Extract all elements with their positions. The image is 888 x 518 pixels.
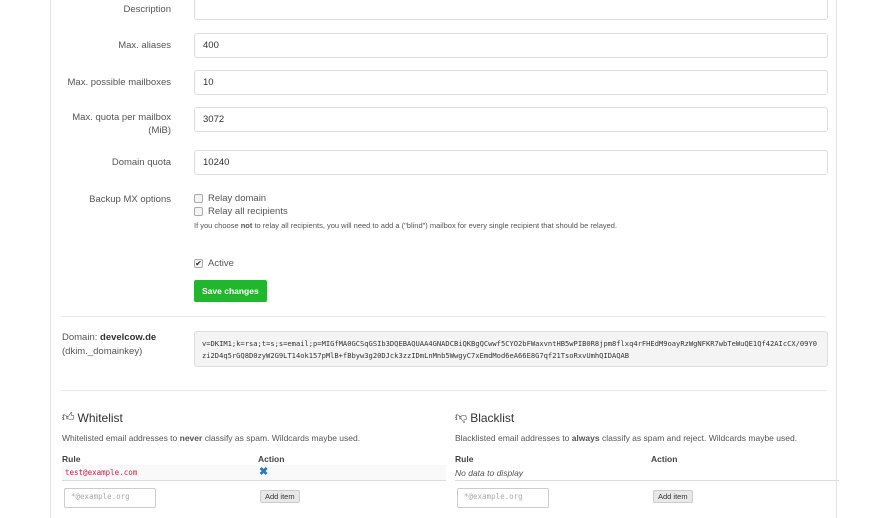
checkbox-icon	[194, 194, 203, 203]
thumbs-down-icon: 👎︎	[455, 410, 468, 424]
relay-help: If you choose not to relay all recipient…	[194, 221, 618, 230]
blacklist-section: 👎︎ Blacklist Blacklisted email addresses …	[455, 410, 839, 508]
blacklist-input[interactable]: *@example.org	[457, 488, 549, 508]
blacklist-add-button[interactable]: Add item	[653, 490, 693, 503]
whitelist-desc: Whitelisted email addresses to never cla…	[62, 433, 361, 443]
whitelist-section: 👍︎ Whitelist Whitelisted email addresses …	[62, 410, 446, 508]
whitelist-add-button[interactable]: Add item	[260, 490, 300, 503]
domain-quota-input[interactable]: 10240	[194, 150, 828, 175]
checkmark-icon: ✔	[194, 259, 203, 268]
whitelist-rule: test@example.com	[65, 468, 138, 477]
relay-all-checkbox[interactable]: Relay all recipients	[194, 206, 288, 217]
description-label: Description	[123, 4, 171, 15]
dkim-record[interactable]: v=DKIM1;k=rsa;t=s;s=email;p=MIGfMA0GCSqG…	[194, 331, 828, 367]
rule-header: Rule	[62, 454, 81, 464]
domain-quota-label: Domain quota	[111, 157, 171, 168]
divider	[61, 390, 826, 391]
description-input[interactable]	[194, 0, 828, 20]
action-header: Action	[258, 454, 285, 464]
backup-mx-label: Backup MX options	[89, 194, 171, 205]
max-mailboxes-input[interactable]: 10	[194, 70, 828, 95]
divider	[61, 316, 826, 317]
blacklist-desc: Blacklisted email addresses to always cl…	[455, 433, 798, 443]
max-aliases-label: Max. aliases	[118, 40, 171, 51]
whitelist-input[interactable]: *@example.org	[64, 488, 156, 508]
max-quota-label: Max. quota per mailbox (MiB)	[72, 112, 171, 136]
active-text: Active	[208, 258, 234, 269]
max-mailboxes-label: Max. possible mailboxes	[67, 77, 172, 88]
delete-x-icon[interactable]: ✖	[259, 465, 268, 478]
active-checkbox[interactable]: ✔ Active	[194, 258, 234, 269]
action-header: Action	[651, 454, 678, 464]
empty-message: No data to display	[455, 468, 524, 478]
max-quota-input[interactable]: 3072	[194, 107, 828, 132]
dkim-label: Domain: develcow.de (dkim._domainkey)	[62, 332, 157, 357]
checkbox-icon	[194, 207, 203, 216]
thumbs-up-icon: 👍︎	[62, 410, 75, 424]
relay-domain-text: Relay domain	[208, 193, 267, 204]
blacklist-title: Blacklist	[470, 410, 515, 425]
max-aliases-input[interactable]: 400	[194, 33, 828, 58]
save-changes-button[interactable]: Save changes	[194, 280, 267, 302]
rule-header: Rule	[455, 454, 474, 464]
domain-edit-panel: Description Max. aliases 400 Max. possib…	[50, 0, 839, 518]
relay-domain-checkbox[interactable]: Relay domain	[194, 193, 266, 204]
whitelist-title: Whitelist	[77, 410, 123, 425]
relay-all-text: Relay all recipients	[208, 206, 288, 217]
